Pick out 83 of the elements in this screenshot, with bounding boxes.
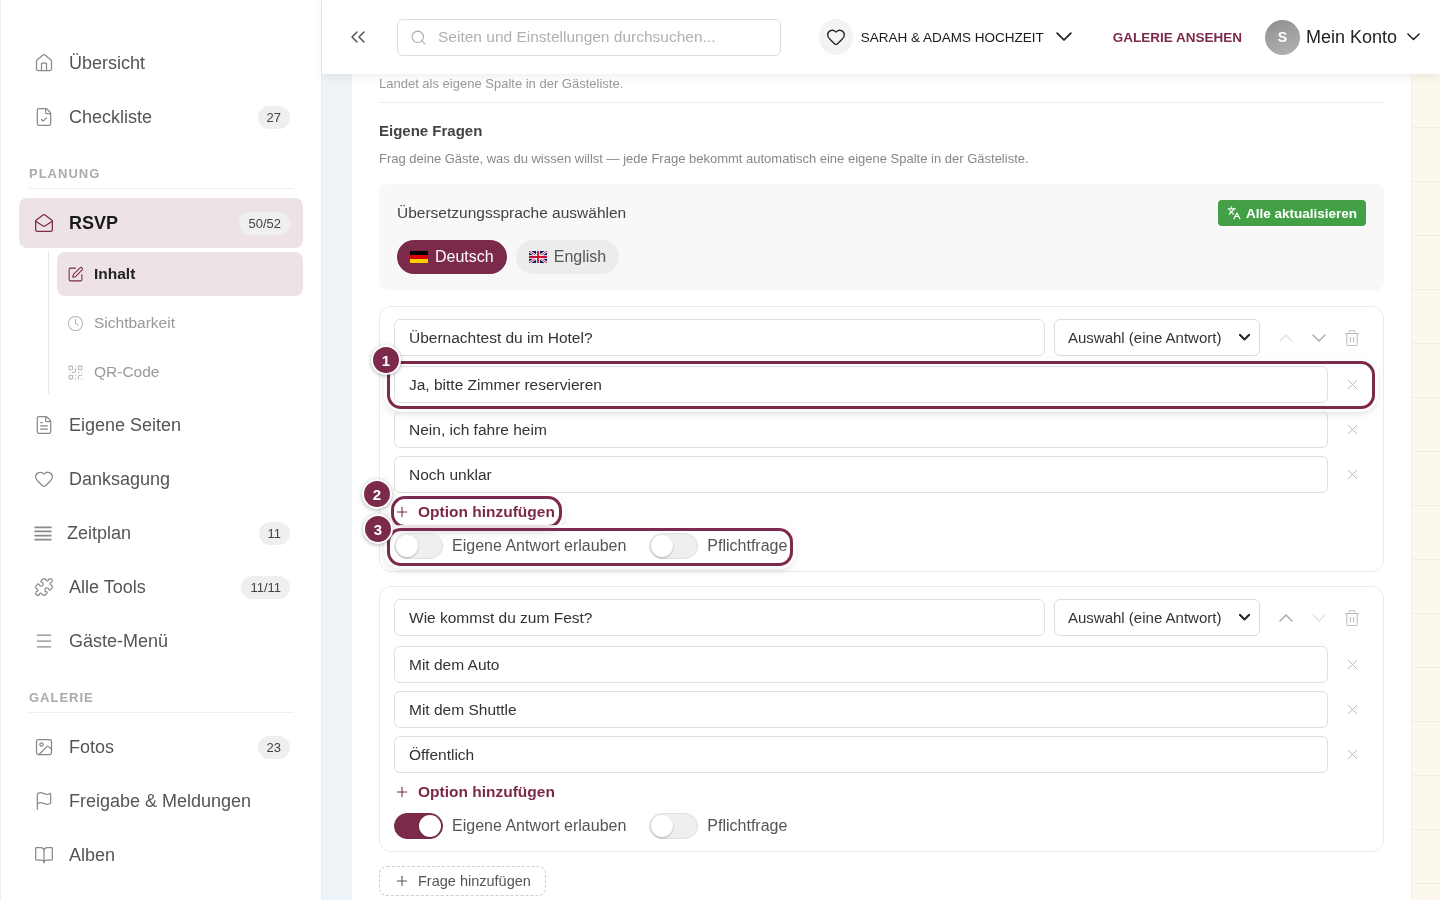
envelope-icon: [34, 213, 54, 233]
clock-icon: [67, 314, 84, 332]
trash-icon: [1343, 328, 1361, 347]
count-badge: 27: [257, 105, 290, 129]
puzzle-icon: [34, 577, 54, 597]
nav-item[interactable]: Checkliste 27: [19, 92, 303, 142]
plus-icon: [394, 784, 410, 800]
british-flag-icon: [528, 251, 547, 263]
language-tab[interactable]: English: [515, 240, 620, 274]
book-icon: [34, 845, 54, 865]
translate-icon: [1226, 206, 1241, 220]
avatar: S: [1264, 19, 1300, 55]
flag-icon: [34, 791, 54, 811]
nav-item[interactable]: Zeitplan 11: [19, 508, 303, 558]
document-check-icon: [34, 107, 54, 127]
toggle-label: Pflichtfrage: [707, 817, 788, 835]
step-badge: 2: [362, 479, 392, 509]
chevron-down-icon: [1312, 613, 1326, 622]
sub-nav-item[interactable]: Inhalt: [57, 252, 303, 296]
panel-title: Übersetzungssprache auswählen: [397, 204, 627, 222]
home-icon: [34, 53, 54, 73]
nav-item[interactable]: Freigabe & Meldungen: [19, 776, 303, 826]
heart-icon: [825, 27, 846, 47]
trash-icon: [1343, 608, 1361, 627]
heart-button[interactable]: [818, 19, 853, 55]
add-option-button[interactable]: Option hinzufügen: [394, 501, 555, 523]
pencil-icon: [67, 265, 84, 283]
section-heading: GALERIE: [29, 690, 95, 706]
toggle-label: Pflichtfrage: [707, 537, 788, 555]
option-input[interactable]: Noch unklar: [394, 456, 1328, 493]
event-selector[interactable]: SARAH & ADAMS HOCHZEIT: [860, 29, 1072, 45]
option-input[interactable]: Mit dem Auto: [394, 646, 1328, 683]
step-badge: 3: [363, 514, 393, 544]
plus-icon: [394, 873, 410, 889]
plus-icon: [394, 504, 410, 520]
german-flag-icon: [410, 251, 428, 263]
nav-item[interactable]: Übersicht: [19, 38, 303, 88]
nav-item[interactable]: RSVP 50/52: [19, 198, 303, 248]
option-input[interactable]: Nein, ich fahre heim: [394, 411, 1328, 448]
language-tab[interactable]: Deutsch: [397, 240, 507, 274]
chevron-down-icon: [1312, 333, 1326, 342]
qr-code-icon: [67, 363, 84, 381]
lines-icon: [34, 525, 52, 541]
toggle-label: Eigene Antwort erlauben: [452, 537, 627, 555]
question-input[interactable]: Wie kommst du zum Fest?: [394, 599, 1045, 636]
nav-item[interactable]: Eigene Seiten: [19, 400, 303, 450]
chevron-up-icon: [1279, 613, 1293, 622]
toggle-label: Eigene Antwort erlauben: [452, 817, 627, 835]
chevron-down-icon: [1239, 614, 1250, 621]
section-heading: PLANUNG: [29, 166, 102, 182]
section-title: Eigene Fragen: [379, 121, 484, 141]
chevron-up-icon: [1279, 333, 1293, 342]
option-input[interactable]: Ja, bitte Zimmer reservieren: [394, 366, 1328, 403]
chevron-down-icon: [1407, 33, 1420, 41]
add-option-button[interactable]: Option hinzufügen: [394, 781, 555, 803]
question-input[interactable]: Übernachtest du im Hotel?: [394, 319, 1045, 356]
step-badge: 1: [371, 345, 401, 375]
nav-item[interactable]: Alle Tools 11/11: [19, 562, 303, 612]
toggle-switch[interactable]: [394, 813, 443, 839]
count-badge: 11/11: [241, 575, 290, 599]
image-icon: [34, 737, 54, 757]
option-input[interactable]: Mit dem Shuttle: [394, 691, 1328, 728]
section-description: Frag deine Gäste, was du wissen willst — jede Frage bekommt automatisch eine eigene Spalte in der Gästeliste.: [379, 150, 1030, 168]
document-icon: [34, 415, 54, 435]
chevron-down-icon: [1055, 32, 1072, 42]
nav-item[interactable]: Alben: [19, 830, 303, 880]
answer-type-select[interactable]: Auswahl (eine Antwort): [1054, 599, 1260, 636]
search-field[interactable]: Seiten und Einstellungen durchsuchen...: [397, 18, 781, 56]
search-icon: [410, 28, 427, 46]
nav-item[interactable]: Danksagung: [19, 454, 303, 504]
account-menu[interactable]: S Mein Konto: [1264, 19, 1420, 55]
gallery-link[interactable]: GALERIE ANSEHEN: [1112, 29, 1242, 45]
add-question-button[interactable]: Frage hinzufügen: [379, 866, 546, 896]
nav-item[interactable]: Fotos 23: [19, 722, 303, 772]
option-input[interactable]: Öffentlich: [394, 736, 1328, 773]
chevron-down-icon: [1239, 334, 1250, 341]
hint-text: Landet als eigene Spalte in der Gästeliste.: [379, 76, 625, 92]
count-badge: 50/52: [239, 211, 290, 235]
count-badge: 11: [258, 521, 290, 545]
count-badge: 23: [257, 735, 290, 759]
answer-type-select[interactable]: Auswahl (eine Antwort): [1054, 319, 1260, 356]
heart-icon: [34, 469, 54, 489]
nav-item[interactable]: Gäste-Menü: [19, 616, 303, 666]
